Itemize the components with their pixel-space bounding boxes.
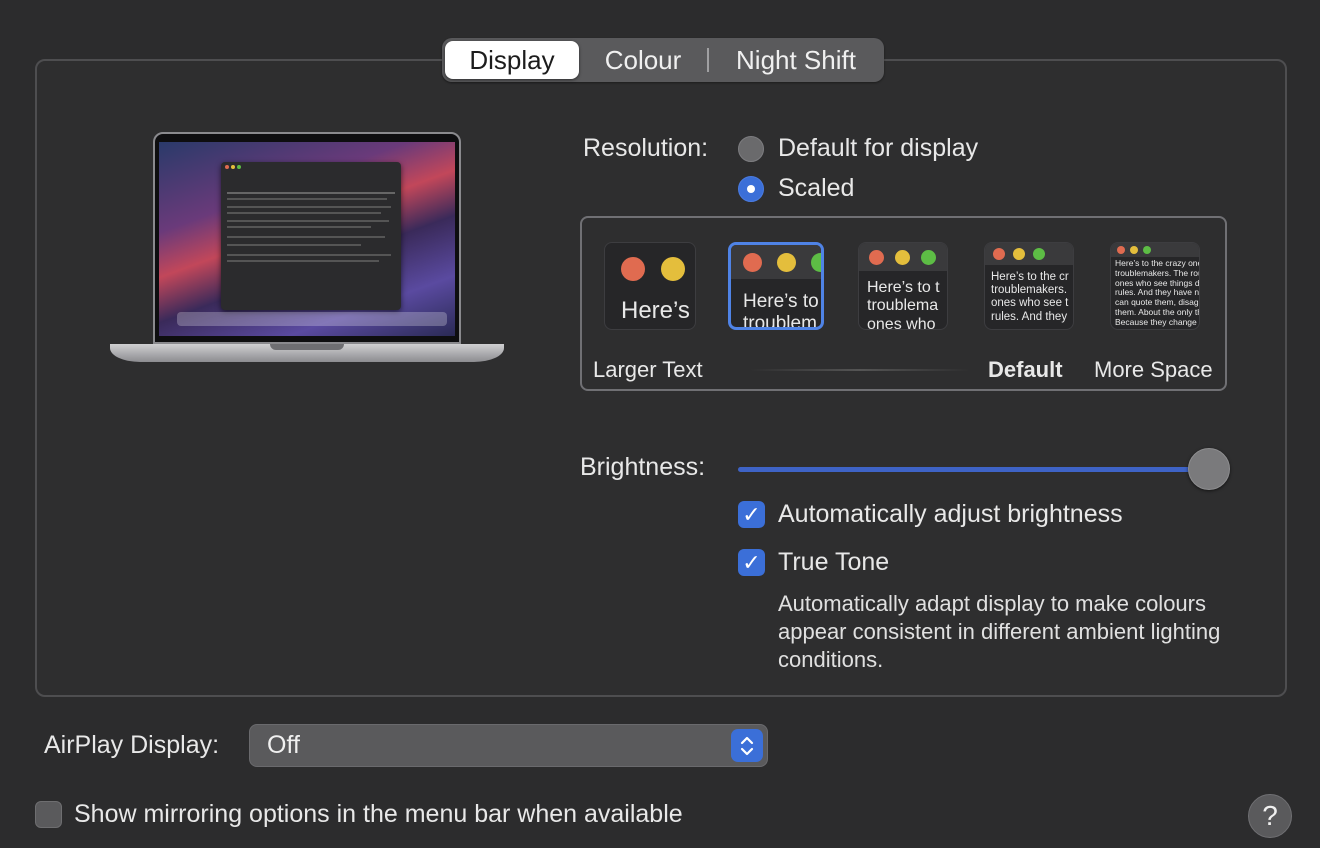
scale-option-preview-text: Here’s to the crazy one troublemakers. T…	[1115, 258, 1200, 327]
scale-option-larger-text[interactable]: Here’s	[604, 242, 696, 330]
true-tone-description: Automatically adapt display to make colo…	[778, 591, 1221, 672]
true-tone-label[interactable]: True Tone	[778, 548, 889, 577]
airplay-display-popup[interactable]: Off	[249, 724, 768, 767]
scale-label-larger-text: Larger Text	[593, 357, 703, 382]
tab-night-shift[interactable]: Night Shift	[709, 41, 883, 79]
true-tone-checkbox[interactable]: ✓	[738, 549, 765, 576]
chevron-up-down-icon	[731, 729, 763, 762]
scale-option-preview-text: Here’s	[621, 297, 690, 324]
macbook-document-window	[221, 162, 401, 310]
radio-default-for-display[interactable]	[738, 136, 764, 162]
macbook-dock	[177, 312, 447, 326]
help-button[interactable]: ?	[1248, 794, 1292, 838]
tab-display[interactable]: Display	[445, 41, 579, 79]
checkmark-icon: ✓	[742, 549, 761, 575]
scale-track-line	[750, 369, 970, 371]
mirroring-label[interactable]: Show mirroring options in the menu bar w…	[74, 800, 683, 829]
scale-option-preview-text: Here’s to t troublema ones who	[867, 279, 940, 330]
pane-tabs: Display Colour Night Shift	[442, 38, 884, 82]
help-icon: ?	[1262, 800, 1278, 831]
auto-brightness-label[interactable]: Automatically adjust brightness	[778, 500, 1123, 529]
scale-option-preview-text: Here’s to troublem	[743, 291, 819, 330]
brightness-label: Brightness:	[580, 453, 706, 481]
macbook-pro-illustration	[153, 132, 461, 344]
tab-colour[interactable]: Colour	[579, 41, 707, 79]
scale-option-preview-text: Here’s to the cr troublemakers. ones who…	[991, 271, 1069, 323]
macbook-notch	[270, 344, 344, 350]
scale-option-default[interactable]: Here’s to the cr troublemakers. ones who…	[984, 242, 1074, 330]
scale-option-3[interactable]: Here’s to t troublema ones who	[858, 242, 948, 330]
resolution-label: Resolution:	[583, 134, 709, 162]
scale-label-default: Default	[988, 357, 1063, 382]
mirroring-checkbox[interactable]	[35, 801, 62, 828]
airplay-display-value: Off	[267, 731, 300, 759]
scale-label-more-space: More Space	[1094, 357, 1213, 382]
brightness-slider-track[interactable]	[738, 467, 1200, 472]
scale-option-more-space[interactable]: Here’s to the crazy one troublemakers. T…	[1110, 242, 1200, 330]
radio-default-for-display-label[interactable]: Default for display	[778, 134, 978, 163]
checkmark-icon: ✓	[742, 501, 761, 527]
radio-scaled[interactable]	[738, 176, 764, 202]
macbook-wallpaper	[159, 142, 455, 336]
scale-option-2[interactable]: Here’s to troublem	[728, 242, 824, 330]
auto-brightness-checkbox[interactable]: ✓	[738, 501, 765, 528]
radio-scaled-label[interactable]: Scaled	[778, 174, 854, 203]
brightness-slider-knob[interactable]	[1188, 448, 1230, 490]
airplay-display-label: AirPlay Display:	[44, 731, 220, 759]
